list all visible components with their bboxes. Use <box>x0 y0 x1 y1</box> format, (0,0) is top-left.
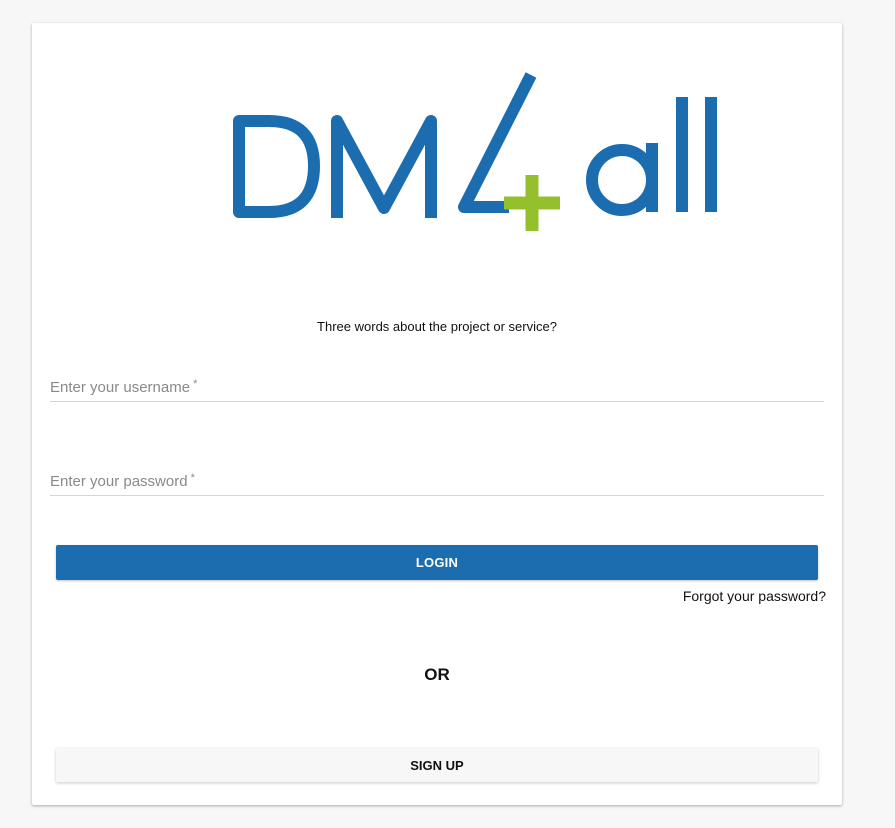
forgot-password-link[interactable]: Forgot your password? <box>683 588 826 604</box>
password-input[interactable] <box>50 461 824 495</box>
username-field[interactable]: Enter your username * <box>50 367 824 402</box>
login-card: Three words about the project or service… <box>32 23 842 805</box>
login-button[interactable]: LOGIN <box>56 545 818 580</box>
or-separator: OR <box>424 665 450 684</box>
signup-button[interactable]: SIGN UP <box>56 748 818 782</box>
tagline: Three words about the project or service… <box>317 319 557 334</box>
password-field[interactable]: Enter your password * <box>50 461 824 496</box>
username-input[interactable] <box>50 367 824 401</box>
dm4all-logo <box>233 72 717 231</box>
